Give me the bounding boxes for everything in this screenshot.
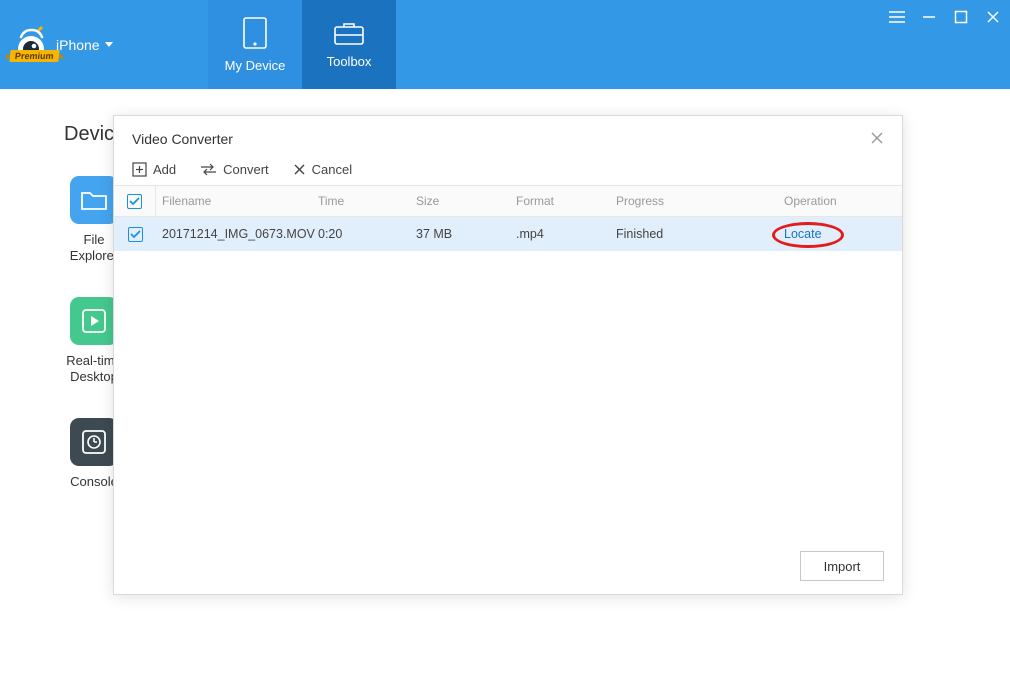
hamburger-icon — [889, 11, 905, 23]
tab-my-device-label: My Device — [225, 58, 286, 73]
window-controls — [888, 8, 1002, 26]
convert-label: Convert — [223, 162, 269, 177]
tool-console-label: Console — [70, 474, 118, 490]
col-progress: Progress — [616, 194, 784, 208]
table-header: Filename Time Size Format Progress Opera… — [114, 185, 902, 217]
locate-link[interactable]: Locate — [784, 227, 894, 241]
col-size: Size — [416, 194, 516, 208]
table-row[interactable]: 20171214_IMG_0673.MOV 0:20 37 MB .mp4 Fi… — [114, 217, 902, 251]
cancel-label: Cancel — [312, 162, 352, 177]
select-all-checkbox[interactable] — [127, 194, 142, 209]
close-window-button[interactable] — [984, 8, 1002, 26]
cell-progress: Finished — [616, 227, 784, 241]
import-button[interactable]: Import — [800, 551, 884, 581]
close-icon — [986, 10, 1000, 24]
convert-button[interactable]: Convert — [200, 162, 269, 177]
convert-icon — [200, 163, 217, 176]
top-bar: iPhone Premium My Device Toolbox — [0, 0, 1010, 89]
checkmark-icon — [130, 230, 141, 239]
highlight-annotation — [772, 222, 844, 248]
plus-icon — [132, 162, 147, 177]
folder-icon — [70, 176, 118, 224]
minimize-button[interactable] — [920, 8, 938, 26]
add-label: Add — [153, 162, 176, 177]
close-icon — [870, 131, 884, 145]
minimize-icon — [922, 10, 936, 24]
dialog-title: Video Converter — [132, 131, 233, 147]
tab-my-device[interactable]: My Device — [208, 0, 302, 89]
device-dropdown[interactable]: iPhone — [56, 37, 113, 53]
menu-button[interactable] — [888, 8, 906, 26]
cancel-icon — [293, 163, 306, 176]
logo-zone: iPhone Premium — [0, 0, 130, 89]
tablet-icon — [242, 16, 268, 50]
col-operation: Operation — [784, 194, 894, 208]
maximize-button[interactable] — [952, 8, 970, 26]
cell-time: 0:20 — [318, 227, 416, 241]
cancel-button[interactable]: Cancel — [293, 162, 352, 177]
cell-format: .mp4 — [516, 227, 616, 241]
dialog-close-button[interactable] — [870, 131, 884, 148]
checkmark-icon — [129, 197, 140, 206]
play-icon — [70, 297, 118, 345]
video-converter-dialog: Video Converter Add Convert — [113, 115, 903, 595]
clock-icon — [70, 418, 118, 466]
dialog-toolbar: Add Convert Cancel — [114, 162, 902, 185]
tab-toolbox-label: Toolbox — [327, 54, 372, 69]
premium-badge: Premium — [9, 50, 59, 62]
dialog-header: Video Converter — [114, 116, 902, 162]
toolbox-icon — [332, 20, 366, 46]
add-button[interactable]: Add — [132, 162, 176, 177]
top-tabs: My Device Toolbox — [208, 0, 396, 89]
col-format: Format — [516, 194, 616, 208]
cell-size: 37 MB — [416, 227, 516, 241]
tab-toolbox[interactable]: Toolbox — [302, 0, 396, 89]
tool-file-explorer-label: File Explorer — [70, 232, 118, 263]
dialog-footer: Import — [114, 538, 902, 594]
row-checkbox[interactable] — [128, 227, 143, 242]
col-time: Time — [318, 194, 416, 208]
cell-filename: 20171214_IMG_0673.MOV — [156, 227, 318, 241]
maximize-icon — [954, 10, 968, 24]
chevron-down-icon — [105, 42, 113, 47]
col-filename: Filename — [156, 194, 318, 208]
device-label-text: iPhone — [56, 37, 100, 53]
